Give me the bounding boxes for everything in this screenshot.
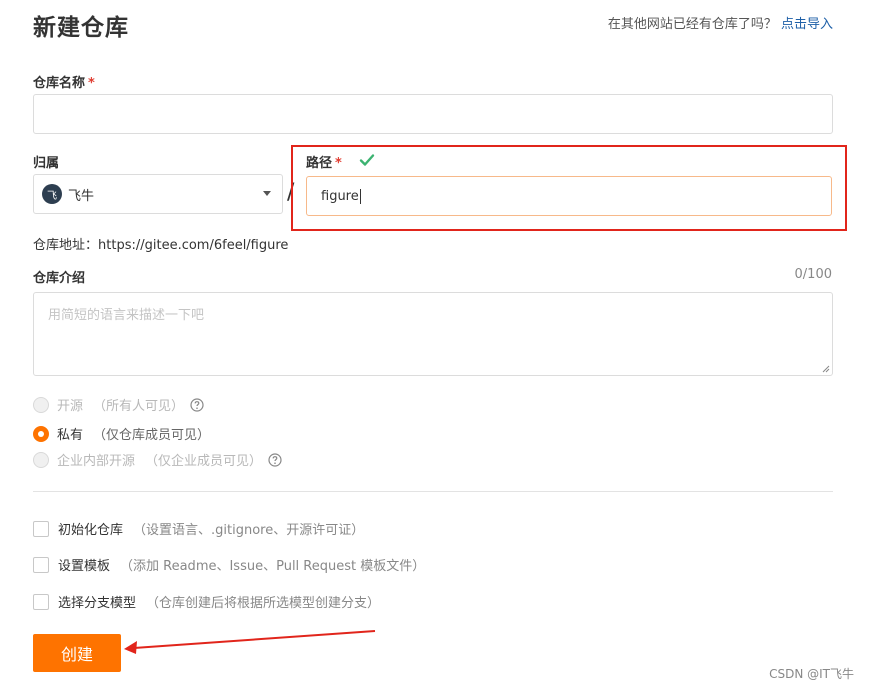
option-branch-model[interactable]: 选择分支模型 （仓库创建后将根据所选模型创建分支） [33,592,380,611]
text-cursor [359,188,361,204]
visibility-option-note: （仅企业成员可见） [145,454,263,469]
radio-open-source[interactable] [33,396,49,413]
radio-enterprise[interactable] [33,451,49,468]
section-divider [33,491,833,492]
visibility-option-label: 私有 [57,428,84,443]
visibility-option-label: 开源 [57,399,84,414]
repo-name-label-text: 仓库名称 [33,76,86,91]
owner-avatar: 飞 [42,184,62,204]
visibility-option-note: （仅仓库成员可见） [93,428,211,443]
repo-name-input[interactable] [33,94,833,134]
option-note: （仓库创建后将根据所选模型创建分支） [146,596,381,611]
question-circle-icon[interactable] [190,397,204,412]
visibility-option-enterprise[interactable]: 企业内部开源 （仅企业成员可见） [33,450,282,469]
required-mark: * [88,76,95,91]
page-title: 新建仓库 [33,15,129,41]
option-note: （设置语言、.gitignore、开源许可证） [133,523,365,538]
annotation-arrow-icon [124,630,376,654]
path-input[interactable]: figure [306,176,832,216]
option-label: 选择分支模型 [58,596,137,611]
intro-textarea[interactable]: 用简短的语言来描述一下吧 [33,292,833,376]
question-circle-icon[interactable] [268,452,282,467]
visibility-option-note: （所有人可见） [93,399,185,414]
repo-name-label: 仓库名称 * [33,72,95,91]
path-label-text: 路径 [306,156,333,171]
owner-label: 归属 [33,156,60,171]
visibility-option-label: 企业内部开源 [57,454,136,469]
repo-address: 仓库地址：https://gitee.com/6feel/figure [33,234,288,253]
intro-counter: 0/100 [794,267,832,282]
visibility-option-open-source[interactable]: 开源 （所有人可见） [33,395,204,414]
resize-grip-icon[interactable] [822,365,830,373]
checkbox-branch-model[interactable] [33,593,49,610]
checkbox-template[interactable] [33,556,49,573]
checkbox-init-repo[interactable] [33,520,49,537]
path-label: 路径 * [306,152,342,171]
visibility-option-private[interactable]: 私有 （仅仓库成员可见） [33,424,210,443]
import-link[interactable]: 点击导入 [781,17,833,32]
owner-value: 飞牛 [68,188,95,204]
radio-private[interactable] [33,425,49,442]
address-label: 仓库地址： [33,238,99,253]
import-hint: 在其他网站已经有仓库了吗？ 点击导入 [608,13,833,32]
path-input-value: figure [321,188,359,204]
option-label: 设置模板 [58,559,111,574]
required-mark: * [335,156,342,171]
option-label: 初始化仓库 [58,523,124,538]
option-template[interactable]: 设置模板 （添加 Readme、Issue、Pull Request 模板文件） [33,555,425,574]
address-value: https://gitee.com/6feel/figure [98,238,289,253]
import-prompt: 在其他网站已经有仓库了吗？ [607,17,777,32]
intro-label: 仓库介绍 [33,271,86,286]
watermark: CSDN @IT飞牛 [769,667,854,681]
create-button[interactable]: 创建 [33,634,121,672]
option-init-repo[interactable]: 初始化仓库 （设置语言、.gitignore、开源许可证） [33,519,364,538]
chevron-down-icon [263,191,271,196]
intro-placeholder: 用简短的语言来描述一下吧 [48,308,205,323]
valid-check-icon [359,154,375,166]
owner-select[interactable]: 飞 飞牛 [33,174,283,214]
option-note: （添加 Readme、Issue、Pull Request 模板文件） [120,559,426,574]
